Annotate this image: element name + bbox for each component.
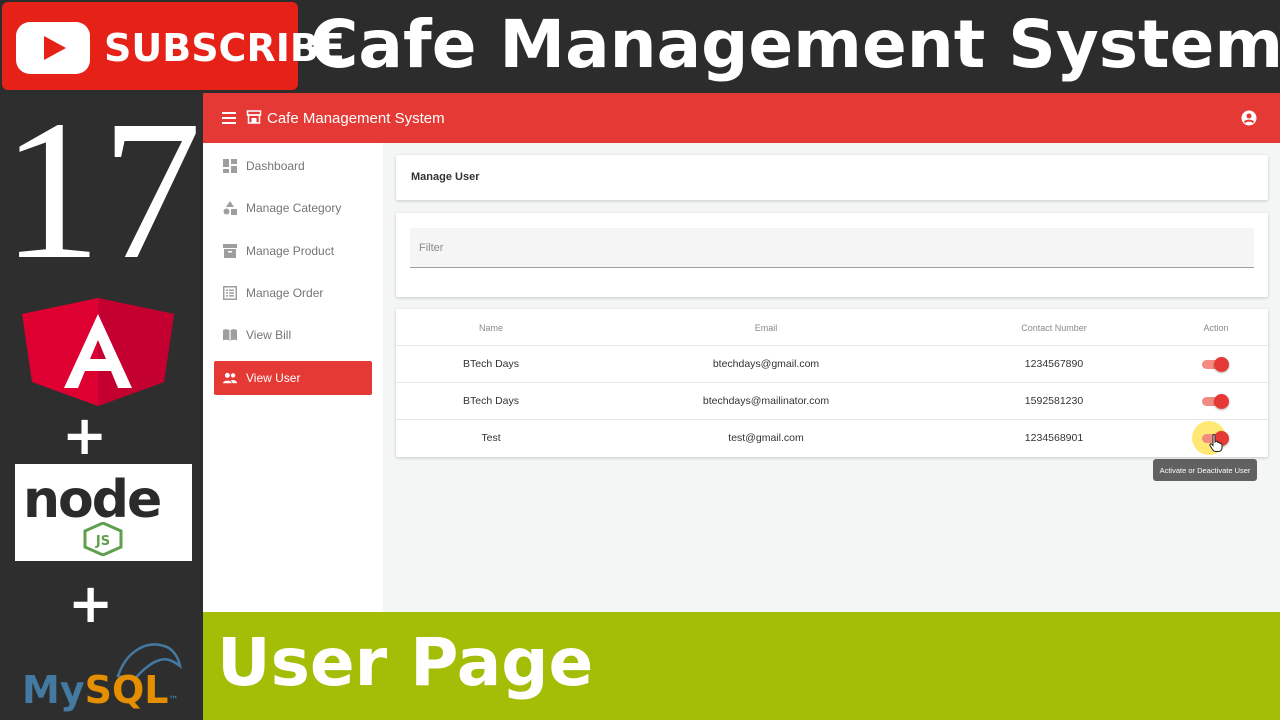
sidebar-item-manage-order[interactable]: Manage Order [214,276,372,310]
users-table: Name Email Contact Number Action BTech D… [396,309,1268,457]
cell-name: BTech Days [462,358,520,370]
video-title: Cafe Management System [310,6,1280,83]
sidebar-item-label: Manage Product [246,244,335,258]
filter-card [396,213,1268,297]
import-contacts-icon [223,329,237,341]
nodejs-logo: node JS [15,464,192,561]
cell-email: btechdays@gmail.com [712,358,820,370]
app-toolbar: Cafe Management System [203,93,1280,143]
youtube-play-icon [16,22,90,74]
cell-email: btechdays@mailinator.com [702,395,830,407]
page-header-card: Manage User [396,155,1268,200]
store-icon [246,110,262,124]
mysql-logo: MySQL™ [22,668,179,712]
sidebar-item-view-user[interactable]: View User [214,361,372,395]
toggle-thumb [1214,357,1229,372]
nodejs-hexagon-icon: JS [83,522,123,556]
category-icon [223,201,237,215]
column-header-name[interactable]: Name [441,323,541,333]
plus-sign: + [68,572,114,635]
sidebar: Dashboard Manage Category Manage Product [203,143,383,612]
sidebar-item-dashboard[interactable]: Dashboard [214,149,372,183]
cell-contact: 1234568901 [1024,432,1084,444]
sidebar-item-label: Dashboard [246,159,305,173]
cell-name: Test [481,432,501,444]
column-header-contact[interactable]: Contact Number [1004,323,1104,333]
sidebar-item-manage-product[interactable]: Manage Product [214,234,372,268]
cell-contact: 1234567890 [1024,358,1084,370]
user-status-toggle[interactable] [1202,357,1229,372]
page-caption: User Page [217,624,594,701]
hand-cursor-icon [1209,434,1223,452]
inventory-icon [223,244,237,258]
people-icon [223,372,237,384]
page-title: Manage User [411,171,480,183]
sidebar-item-label: Manage Category [246,201,342,215]
sidebar-item-label: Manage Order [246,286,324,300]
subscribe-label: SUBSCRIBE [104,26,345,70]
app-title: Cafe Management System [267,110,445,127]
nodejs-wordmark: node [23,470,162,530]
list-alt-icon [223,286,237,300]
plus-sign: + [62,404,108,467]
filter-field[interactable] [410,228,1254,268]
menu-icon[interactable] [222,112,236,124]
cell-name: BTech Days [462,395,520,407]
cell-email: test@gmail.com [728,432,804,444]
app-window: Cafe Management System Dashboard Manage … [203,93,1280,612]
subscribe-badge: SUBSCRIBE [2,2,345,90]
column-header-email[interactable]: Email [666,323,866,333]
toggle-thumb [1214,394,1229,409]
sidebar-item-manage-category[interactable]: Manage Category [214,191,372,225]
column-header-action: Action [1203,323,1229,333]
toggle-tooltip: Activate or Deactivate User [1153,459,1257,481]
account-circle-icon[interactable] [1241,110,1257,126]
sidebar-item-view-bill[interactable]: View Bill [214,318,372,352]
table-row: BTech Days btechdays@gmail.com 123456789… [396,345,1268,382]
table-row: BTech Days btechdays@mailinator.com 1592… [396,382,1268,419]
table-row: Test test@gmail.com 1234568901 [396,419,1268,456]
dashboard-icon [223,159,237,173]
episode-number: 17 [1,80,202,301]
cell-contact: 1592581230 [1024,395,1084,407]
filter-input[interactable] [410,228,1254,267]
sidebar-item-label: View Bill [246,328,292,342]
sidebar-item-label: View User [246,371,301,385]
svg-text:JS: JS [95,534,110,549]
angular-logo-icon [22,298,174,406]
user-status-toggle[interactable] [1202,394,1229,409]
